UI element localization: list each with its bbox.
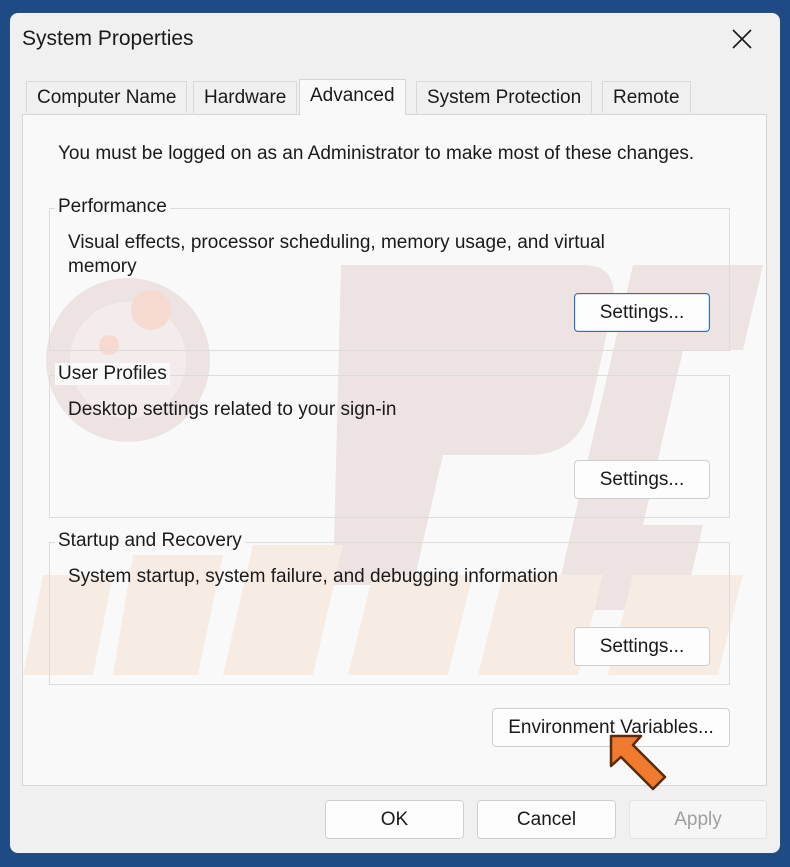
tab-remote[interactable]: Remote xyxy=(602,81,691,113)
close-button[interactable] xyxy=(704,13,780,67)
startup-recovery-description: System startup, system failure, and debu… xyxy=(68,566,559,587)
tab-advanced[interactable]: Advanced xyxy=(299,79,406,115)
performance-description: Visual effects, processor scheduling, me… xyxy=(68,232,605,277)
apply-button[interactable]: Apply xyxy=(629,800,767,839)
startup-recovery-group: Startup and Recovery System startup, sys… xyxy=(49,530,730,685)
advanced-tab-panel: You must be logged on as an Administrato… xyxy=(22,114,767,786)
performance-group-label: Performance xyxy=(55,196,170,218)
user-profiles-description: Desktop settings related to your sign-in xyxy=(68,399,397,420)
cancel-button[interactable]: Cancel xyxy=(477,800,616,839)
startup-recovery-settings-button[interactable]: Settings... xyxy=(574,627,710,666)
tab-hardware[interactable]: Hardware xyxy=(193,81,298,113)
admin-note: You must be logged on as an Administrato… xyxy=(58,143,695,164)
system-properties-window: System Properties Computer Name Hardware… xyxy=(10,13,780,853)
environment-variables-button[interactable]: Environment Variables... xyxy=(492,708,730,747)
ok-button[interactable]: OK xyxy=(325,800,464,839)
user-profiles-group-label: User Profiles xyxy=(55,363,170,385)
close-icon xyxy=(732,29,752,49)
tab-system-protection[interactable]: System Protection xyxy=(416,81,593,113)
window-title: System Properties xyxy=(22,27,194,50)
performance-group: Performance Visual effects, processor sc… xyxy=(49,196,730,351)
user-profiles-settings-button[interactable]: Settings... xyxy=(574,460,710,499)
title-bar: System Properties xyxy=(10,13,780,69)
tab-computer-name[interactable]: Computer Name xyxy=(26,81,188,113)
user-profiles-group: User Profiles Desktop settings related t… xyxy=(49,363,730,518)
performance-settings-button[interactable]: Settings... xyxy=(574,293,710,332)
startup-recovery-group-label: Startup and Recovery xyxy=(55,530,245,552)
